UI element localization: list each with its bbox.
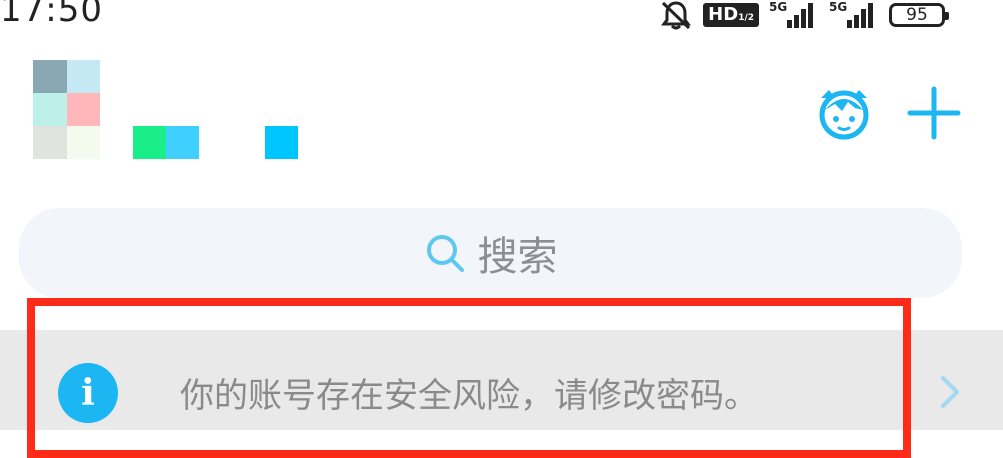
avatar-cell [33,126,67,159]
bell-muted-icon [661,1,692,30]
status-bar: 17:50 HD1/2 5G 5G 95 [0,0,1003,34]
status-icons: HD1/2 5G 5G 95 [659,0,949,30]
nickname-block [199,126,232,159]
header-actions [815,84,963,142]
plus-icon [907,86,961,140]
status-time: 17:50 [0,0,103,30]
hd-voice-icon: HD1/2 [703,3,759,27]
search-bar[interactable]: 搜索 [19,208,962,298]
avatar[interactable] [33,60,100,159]
svg-text:5G: 5G [769,0,787,14]
avatar-cell [66,60,100,93]
nickname-block [166,126,199,159]
robot-assistant-button[interactable] [815,84,873,142]
signal-5g-icon: 5G [769,0,813,28]
avatar-cell [33,60,67,93]
avatar-cell [66,126,100,159]
signal-5g-icon: 5G [829,0,873,28]
nickname-block [232,126,265,159]
nickname-block [133,126,166,159]
battery-level: 95 [906,5,928,25]
add-button[interactable] [905,84,963,142]
info-icon: i [58,363,118,423]
nickname-block [265,126,298,159]
security-notice-text: 你的账号存在安全风险，请修改密码。 [180,376,758,416]
svg-text:5G: 5G [829,0,847,14]
avatar-cell [33,93,67,126]
robot-assistant-icon [819,90,869,140]
nickname [133,126,298,159]
avatar-cell [66,93,100,126]
chevron-right-icon[interactable] [935,372,965,412]
search-icon [426,235,464,272]
battery-icon: 95 [889,3,949,27]
search-placeholder: 搜索 [477,234,558,280]
